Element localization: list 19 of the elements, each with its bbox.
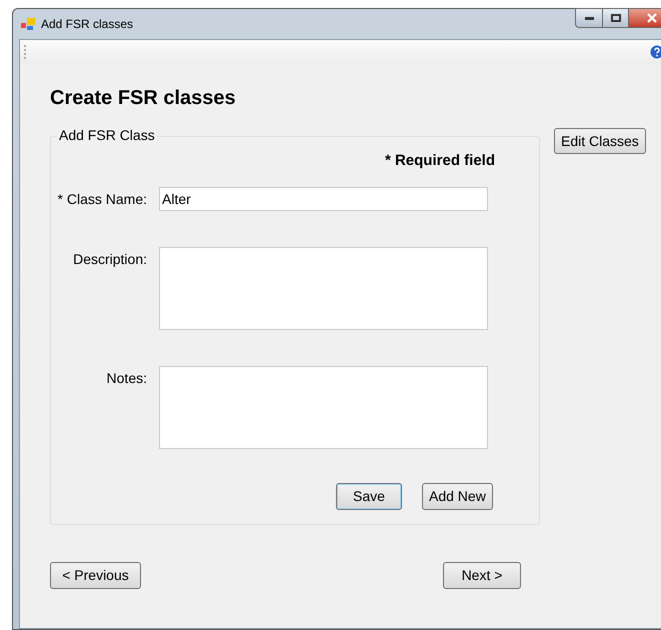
form-button[interactable]: Add New bbox=[422, 482, 493, 510]
field-label: Notes: bbox=[106, 368, 148, 388]
minimize-button[interactable] bbox=[575, 8, 603, 28]
field-label: Description: bbox=[72, 250, 148, 269]
help-icon[interactable] bbox=[650, 45, 661, 59]
close-icon bbox=[646, 13, 656, 23]
text-field[interactable]: Alter bbox=[159, 186, 488, 210]
edit-classes-button[interactable]: Edit Classes bbox=[554, 128, 646, 154]
maximize-button[interactable] bbox=[603, 8, 629, 28]
required-note: * Required field bbox=[384, 151, 495, 171]
form-button[interactable]: Save bbox=[336, 482, 402, 510]
group-title: Add FSR Class bbox=[57, 127, 157, 143]
grip-icon bbox=[24, 45, 27, 59]
next-button[interactable]: Next > bbox=[443, 562, 521, 589]
window-title: Add FSR classes bbox=[41, 16, 134, 33]
field-label: * Class Name: bbox=[56, 190, 148, 208]
previous-button[interactable]: < Previous bbox=[50, 562, 141, 589]
page-heading: Create FSR classes bbox=[50, 86, 237, 110]
app-icon bbox=[21, 18, 35, 30]
